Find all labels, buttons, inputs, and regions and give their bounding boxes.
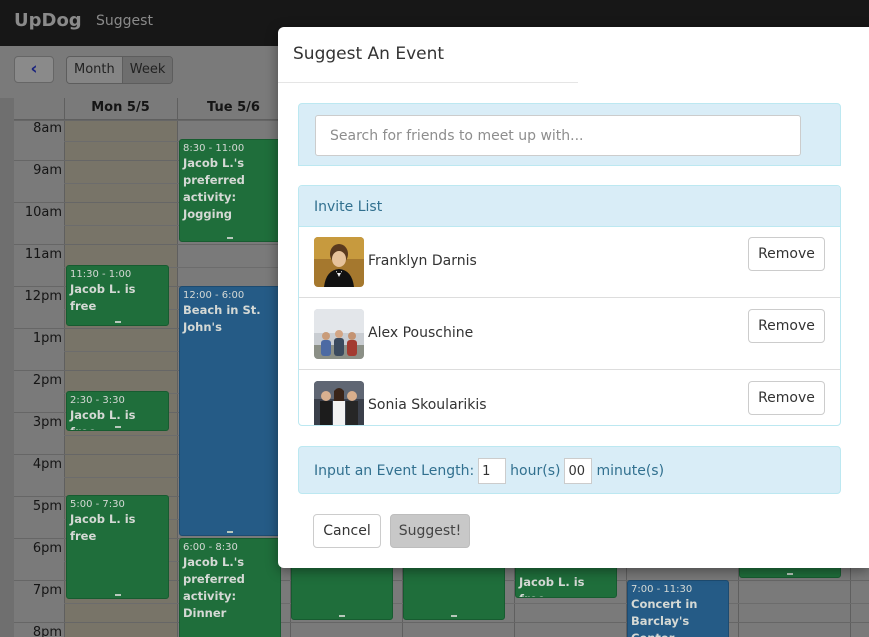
hour-label: 10am	[24, 205, 62, 220]
event-title: Jacob L.'s preferred activity: Jogging	[183, 156, 245, 221]
resize-handle-icon[interactable]	[114, 594, 121, 596]
event-time: 5:00 - 7:30	[70, 499, 125, 510]
remove-invitee-button[interactable]: Remove	[748, 309, 825, 343]
list-item: Franklyn Darnis Remove	[299, 227, 840, 298]
brand-logo[interactable]: UpDog	[14, 10, 82, 31]
column-divider	[64, 98, 65, 637]
calendar-event[interactable]: 2:30 - 3:30 Jacob L. is free	[66, 391, 169, 431]
event-title: Beach in St. John's	[183, 303, 261, 334]
suggest-event-modal: Suggest An Event Invite List	[278, 27, 869, 568]
event-title: Jacob L. is free	[70, 282, 136, 313]
event-time: 2:30 - 3:30	[70, 395, 125, 406]
resize-handle-icon[interactable]	[339, 615, 345, 617]
nav-link-suggest[interactable]: Suggest	[96, 13, 153, 29]
hour-label: 1pm	[32, 331, 62, 346]
month-view-button[interactable]: Month	[67, 57, 122, 83]
hours-unit-label: hour(s)	[510, 463, 561, 479]
view-toggle-group: Month Week	[66, 56, 174, 84]
resize-handle-icon[interactable]	[114, 321, 121, 323]
avatar	[314, 381, 364, 425]
hour-label: 4pm	[32, 457, 62, 472]
event-time: 11:30 - 1:00	[70, 269, 132, 280]
resize-handle-icon[interactable]	[114, 426, 121, 428]
list-item: Sonia Skoularikis Remove	[299, 371, 840, 425]
invite-list-header: Invite List	[299, 186, 840, 227]
resize-handle-icon[interactable]	[787, 573, 793, 575]
event-time: 6:00 - 8:30	[183, 542, 238, 553]
hour-label: 11am	[24, 247, 62, 262]
modal-header-divider	[278, 82, 578, 83]
event-title: Jacob L.'s preferred activity: Dinner	[183, 555, 245, 620]
invite-list-panel: Invite List Franklyn Darnis Remove Alex …	[298, 185, 841, 426]
hour-line	[14, 622, 869, 623]
calendar-event[interactable]: Jacob L. is free	[515, 564, 617, 598]
resize-handle-icon[interactable]	[227, 237, 233, 239]
invitee-name: Franklyn Darnis	[368, 253, 477, 269]
column-divider	[177, 98, 178, 637]
friend-search-panel	[298, 103, 841, 166]
calendar-event[interactable]: 8:30 - 11:00 Jacob L.'s preferred activi…	[179, 139, 281, 242]
invitee-name: Alex Pouschine	[368, 325, 474, 341]
avatar	[314, 309, 364, 359]
hour-label: 5pm	[32, 499, 62, 514]
hour-label: 7pm	[32, 583, 62, 598]
calendar-event[interactable]: 11:30 - 1:00 Jacob L. is free	[66, 265, 169, 326]
calendar-event[interactable]	[291, 564, 393, 620]
calendar-event[interactable]: 5:00 - 7:30 Jacob L. is free	[66, 495, 169, 599]
event-length-row: Input an Event Length: hour(s) minute(s)	[314, 458, 664, 484]
calendar-event[interactable]: 6:00 - 8:30 Jacob L.'s preferred activit…	[179, 538, 281, 637]
hour-label: 3pm	[32, 415, 62, 430]
hour-label: 6pm	[32, 541, 62, 556]
event-time: 8:30 - 11:00	[183, 143, 245, 154]
calendar-event[interactable]	[403, 564, 505, 620]
minutes-unit-label: minute(s)	[596, 463, 665, 479]
event-title: Jacob L. is free	[70, 512, 136, 543]
hour-label: 8pm	[32, 625, 62, 637]
event-length-label: Input an Event Length:	[314, 463, 475, 479]
remove-invitee-button[interactable]: Remove	[748, 381, 825, 415]
invitee-name: Sonia Skoularikis	[368, 397, 487, 413]
event-title: Concert in Barclay's Center	[631, 597, 698, 637]
remove-invitee-button[interactable]: Remove	[748, 237, 825, 271]
modal-title: Suggest An Event	[293, 44, 445, 64]
resize-handle-icon[interactable]	[451, 615, 457, 617]
list-item: Alex Pouschine Remove	[299, 299, 840, 370]
avatar	[314, 237, 364, 287]
day-header-tue: Tue 5/6	[207, 100, 260, 115]
event-title: Jacob L. is free	[70, 408, 136, 430]
day-header-mon: Mon 5/5	[91, 100, 150, 115]
chevron-left-icon: ‹	[30, 59, 38, 79]
event-time: 7:00 - 11:30	[631, 584, 693, 595]
hour-label: 9am	[33, 163, 62, 178]
event-length-panel: Input an Event Length: hour(s) minute(s)	[298, 446, 841, 494]
minutes-input[interactable]	[564, 458, 593, 484]
calendar-event[interactable]: 7:00 - 11:30 Concert in Barclay's Center	[627, 580, 729, 637]
cancel-button[interactable]: Cancel	[313, 514, 381, 548]
prev-week-button[interactable]: ‹	[14, 56, 54, 83]
event-title: Jacob L. is free	[519, 575, 585, 597]
hours-input[interactable]	[478, 458, 507, 484]
calendar-event[interactable]: 12:00 - 6:00 Beach in St. John's	[179, 286, 281, 536]
event-time: 12:00 - 6:00	[183, 290, 245, 301]
friend-search-input[interactable]	[315, 115, 801, 156]
invite-list[interactable]: Franklyn Darnis Remove Alex Pouschine Re…	[299, 227, 840, 425]
hour-label: 8am	[33, 121, 62, 136]
week-view-button[interactable]: Week	[121, 57, 173, 83]
hour-label: 2pm	[32, 373, 62, 388]
resize-handle-icon[interactable]	[227, 531, 233, 533]
hour-label: 12pm	[24, 289, 62, 304]
suggest-button[interactable]: Suggest!	[390, 514, 470, 548]
